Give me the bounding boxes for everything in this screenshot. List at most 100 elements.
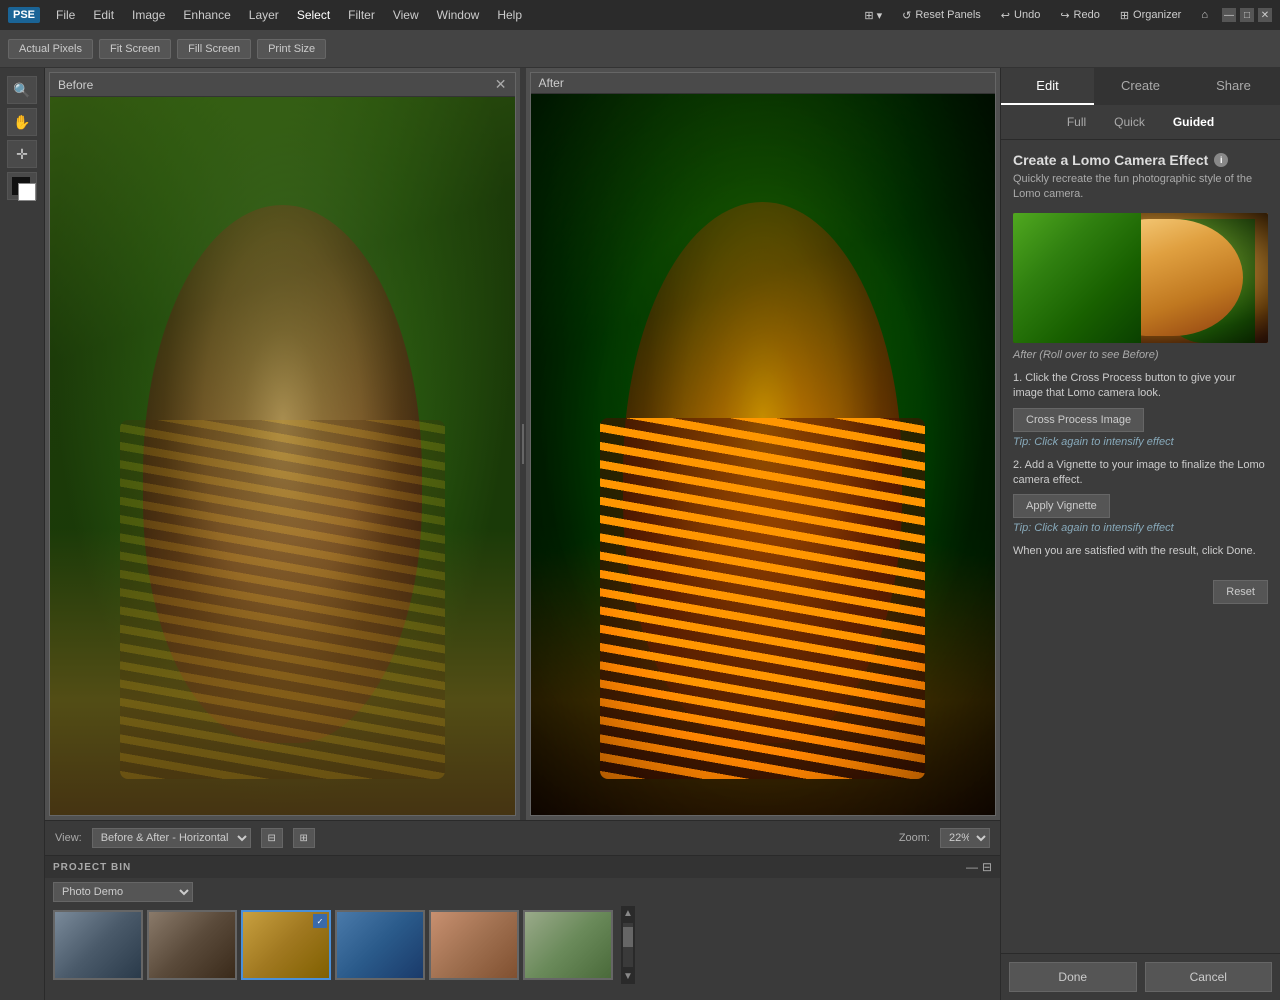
reset-button[interactable]: Reset	[1213, 580, 1268, 604]
zoom-label: Zoom:	[899, 832, 930, 844]
print-size-button[interactable]: Print Size	[257, 39, 326, 59]
after-photo	[531, 94, 996, 815]
menu-window[interactable]: Window	[429, 5, 488, 25]
after-image	[531, 94, 996, 815]
album-select[interactable]: Photo Demo	[53, 882, 193, 902]
app-logo: PSE	[8, 7, 40, 23]
main-area: 🔍 ✋ ✛ Before ✕	[0, 68, 1280, 1000]
scroll-up-icon[interactable]: ▲	[621, 906, 635, 921]
bottom-controls: View: Before & After - Horizontal ⊟ ⊞ Zo…	[45, 820, 1000, 855]
edit-modes: Full Quick Guided	[1001, 105, 1280, 140]
scroll-down-icon[interactable]: ▼	[621, 969, 635, 984]
after-panel: After	[530, 72, 997, 816]
organizer-button[interactable]: ⊞ Organizer	[1114, 6, 1188, 25]
step2-text: 2. Add a Vignette to your image to final…	[1013, 458, 1268, 489]
effect-description: Quickly recreate the fun photographic st…	[1013, 172, 1268, 203]
view-select[interactable]: Before & After - Horizontal	[92, 828, 251, 848]
zoom-tool[interactable]: 🔍	[7, 76, 37, 104]
menu-file[interactable]: File	[48, 5, 83, 25]
toolbar: Actual Pixels Fit Screen Fill Screen Pri…	[0, 30, 1280, 68]
menu-filter[interactable]: Filter	[340, 5, 383, 25]
menu-enhance[interactable]: Enhance	[175, 5, 238, 25]
thumbnail-6[interactable]	[523, 910, 613, 980]
menu-select[interactable]: Select	[289, 5, 338, 25]
reset-panels-button[interactable]: ↺ Reset Panels	[896, 6, 987, 25]
tools-panel: 🔍 ✋ ✛	[0, 68, 45, 1000]
view-icon-horizontal[interactable]: ⊟	[261, 828, 283, 848]
close-button[interactable]: ✕	[1258, 8, 1272, 22]
window-controls: — □ ✕	[1222, 8, 1272, 22]
mode-guided[interactable]: Guided	[1159, 111, 1228, 133]
mode-full[interactable]: Full	[1053, 111, 1100, 133]
close-before-button[interactable]: ✕	[495, 76, 507, 93]
cross-process-button[interactable]: Cross Process Image	[1013, 408, 1144, 432]
effect-title: Create a Lomo Camera Effect i	[1013, 152, 1268, 168]
redo-button[interactable]: ↪ Redo	[1054, 6, 1106, 25]
minimize-button[interactable]: —	[1222, 8, 1236, 22]
menu-view[interactable]: View	[385, 5, 427, 25]
thumbnails-area: ✓	[45, 906, 621, 984]
thumbnail-1[interactable]	[53, 910, 143, 980]
after-label-bar: After	[531, 73, 996, 94]
step1-text: 1. Click the Cross Process button to giv…	[1013, 371, 1268, 402]
menu-bar: File Edit Image Enhance Layer Select Fil…	[48, 5, 850, 25]
cancel-button[interactable]: Cancel	[1145, 962, 1273, 992]
move-tool[interactable]: ✛	[7, 140, 37, 168]
bin-controls: — ⊟	[966, 860, 992, 874]
actual-pixels-button[interactable]: Actual Pixels	[8, 39, 93, 59]
canvas-area: Before ✕ After	[45, 68, 1000, 820]
bin-expand-icon[interactable]: ⊟	[982, 860, 992, 874]
thumbnail-3[interactable]: ✓	[241, 910, 331, 980]
effect-title-text: Create a Lomo Camera Effect	[1013, 152, 1208, 168]
color-tool[interactable]	[7, 172, 37, 200]
menu-image[interactable]: Image	[124, 5, 173, 25]
tip1-text: Tip: Click again to intensify effect	[1013, 436, 1268, 448]
before-label-bar: Before ✕	[50, 73, 515, 97]
project-bin-header: PROJECT BIN — ⊟	[45, 856, 1000, 878]
hand-tool[interactable]: ✋	[7, 108, 37, 136]
info-icon[interactable]: i	[1214, 153, 1228, 167]
view-label: View:	[55, 832, 82, 844]
preview-girl-photo	[1013, 213, 1268, 343]
view-icon-vertical[interactable]: ⊞	[293, 828, 315, 848]
fit-screen-button[interactable]: Fit Screen	[99, 39, 171, 59]
center-area: Before ✕ After	[45, 68, 1000, 1000]
project-bin: PROJECT BIN — ⊟ Photo Demo	[45, 855, 1000, 1000]
done-button[interactable]: Done	[1009, 962, 1137, 992]
right-panel: Edit Create Share Full Quick Guided Crea…	[1000, 68, 1280, 1000]
zoom-select[interactable]: 22%	[940, 828, 990, 848]
panel-tabs: Edit Create Share	[1001, 68, 1280, 105]
tab-create[interactable]: Create	[1094, 68, 1187, 105]
canvas-divider[interactable]	[520, 68, 526, 820]
undo-button[interactable]: ↩ Undo	[995, 6, 1047, 25]
panel-bottom-actions: Done Cancel	[1001, 953, 1280, 1000]
project-bin-toolbar: Photo Demo	[45, 878, 1000, 906]
preview-caption: After (Roll over to see Before)	[1013, 349, 1268, 361]
before-panel: Before ✕	[49, 72, 516, 816]
bin-minimize-icon[interactable]: —	[966, 860, 978, 874]
menu-help[interactable]: Help	[489, 5, 530, 25]
layout-button[interactable]: ⊞ ▾	[858, 6, 888, 25]
tab-edit[interactable]: Edit	[1001, 68, 1094, 105]
satisfied-text: When you are satisfied with the result, …	[1013, 544, 1268, 559]
thumbnail-scrollbar[interactable]: ▲ ▼	[621, 906, 635, 984]
fill-screen-button[interactable]: Fill Screen	[177, 39, 251, 59]
guided-content: Create a Lomo Camera Effect i Quickly re…	[1001, 140, 1280, 953]
before-label: Before	[58, 78, 93, 92]
apply-vignette-button[interactable]: Apply Vignette	[1013, 494, 1110, 518]
before-image	[50, 97, 515, 815]
effect-preview-image	[1013, 213, 1268, 343]
title-bar: PSE File Edit Image Enhance Layer Select…	[0, 0, 1280, 30]
menu-edit[interactable]: Edit	[85, 5, 122, 25]
project-bin-title: PROJECT BIN	[53, 862, 131, 873]
menu-layer[interactable]: Layer	[241, 5, 287, 25]
home-button[interactable]: ⌂	[1195, 6, 1214, 24]
mode-quick[interactable]: Quick	[1100, 111, 1159, 133]
tip2-text: Tip: Click again to intensify effect	[1013, 522, 1268, 534]
tab-share[interactable]: Share	[1187, 68, 1280, 105]
thumbnail-5[interactable]	[429, 910, 519, 980]
maximize-button[interactable]: □	[1240, 8, 1254, 22]
after-label: After	[539, 76, 564, 90]
thumbnail-4[interactable]	[335, 910, 425, 980]
thumbnail-2[interactable]	[147, 910, 237, 980]
